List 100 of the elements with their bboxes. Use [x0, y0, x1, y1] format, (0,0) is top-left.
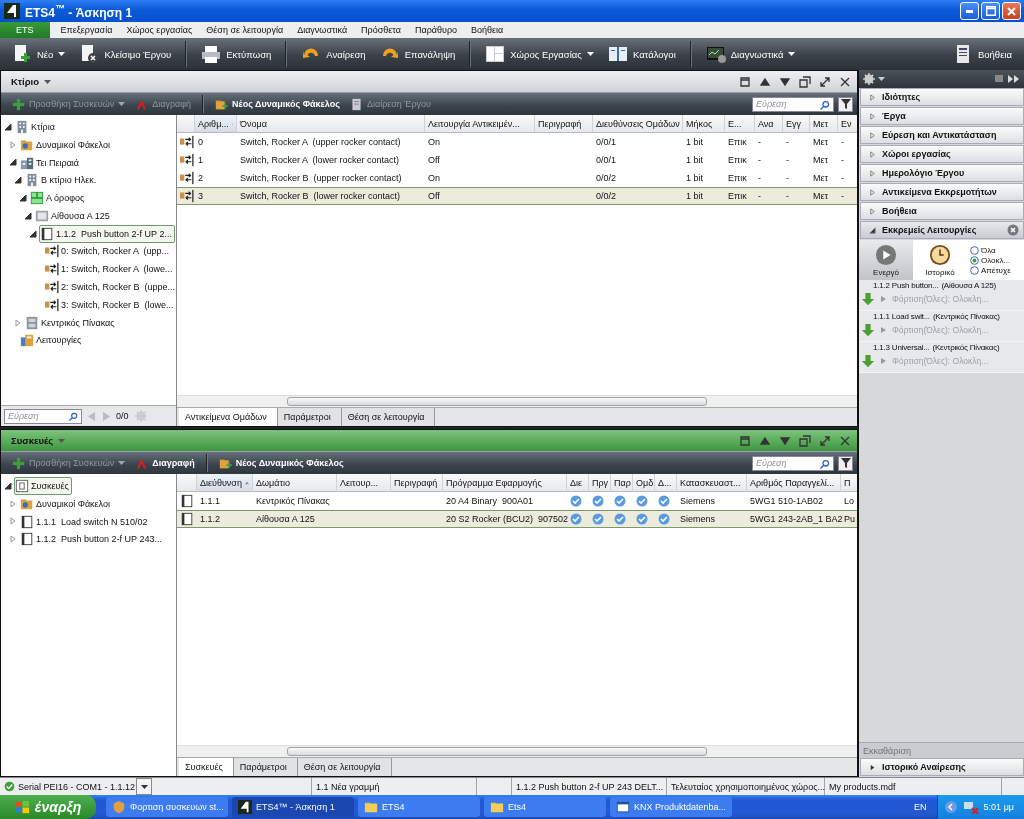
checkmark-icon[interactable] [592, 513, 604, 525]
tab[interactable]: Παράμετροι [277, 408, 342, 426]
toolbar-button[interactable]: Χώρος Εργασίας [479, 41, 600, 67]
checkmark-icon[interactable] [570, 513, 582, 525]
checkmark-icon[interactable] [614, 513, 626, 525]
down-arrow-icon[interactable] [779, 434, 791, 447]
menu-item[interactable]: Βοήθεια [464, 22, 511, 38]
clock[interactable]: 5:01 μμ [983, 802, 1014, 812]
taskbar-button[interactable]: ETS4™ - Άσκηση 1 [232, 797, 354, 817]
toolbar-button[interactable]: Κλείσιμο Έργου [73, 41, 178, 67]
tree-item[interactable]: Τει Πειραιά [19, 153, 83, 172]
language-indicator[interactable]: EN [914, 802, 927, 812]
double-arrow-icon[interactable] [1007, 74, 1021, 84]
search-field[interactable]: Εύρεση [4, 408, 82, 424]
expander-icon[interactable] [24, 211, 32, 220]
tree-item[interactable]: 3: Switch, Rocker B (lowe... [44, 295, 176, 314]
toolbar-button[interactable]: Κατάλογοι [601, 41, 682, 67]
restore-icon[interactable] [799, 434, 811, 447]
section-header[interactable]: Ημερολόγιο Έργου [860, 164, 1024, 182]
checkmark-icon[interactable] [636, 495, 648, 507]
mode-button[interactable]: Ενεργό [859, 240, 913, 280]
toolbar-button[interactable]: Επανάληψη [373, 41, 462, 67]
section-header[interactable]: Έργα [860, 107, 1024, 125]
start-button[interactable]: έναρξη [0, 795, 96, 819]
expander-icon[interactable] [4, 481, 12, 490]
caret-icon[interactable] [878, 77, 885, 81]
section-header[interactable]: Χώροι εργασίας [860, 145, 1024, 163]
down-arrow-icon[interactable] [779, 75, 791, 88]
filter-button[interactable] [838, 96, 853, 112]
column-header[interactable]: Π [841, 474, 857, 492]
dropdown-button[interactable] [136, 778, 152, 795]
close-icon[interactable] [839, 75, 851, 88]
menu-item[interactable]: Διαγνωστικά [290, 22, 355, 38]
tab[interactable]: Παράμετροι [233, 758, 298, 776]
column-header[interactable]: Περιγραφή [391, 474, 443, 492]
checkmark-icon[interactable] [570, 495, 582, 507]
column-header[interactable]: Λειτουργία Αντικειμέν... [425, 115, 535, 133]
horizontal-scrollbar[interactable] [177, 395, 857, 407]
menu-item[interactable]: Επεξεργασία [53, 22, 120, 38]
column-header[interactable]: Εν [838, 115, 857, 133]
tree-item[interactable]: 1.1.2 Push button 2-f UP 243... [19, 530, 165, 549]
column-header[interactable]: Κατασκευαστ... [677, 474, 747, 492]
column-header[interactable]: Διεύθυνση [197, 474, 253, 492]
section-header[interactable]: Εκκρεμείς Λειτουργίες [860, 221, 1024, 239]
tree-item[interactable]: Α όροφος [29, 189, 88, 208]
radio-option[interactable]: Απέτυχε [970, 265, 1024, 275]
menu-item[interactable]: Πρόσθετα [354, 22, 408, 38]
maximize-icon[interactable] [819, 434, 831, 447]
checkmark-icon[interactable] [614, 495, 626, 507]
tree-item[interactable]: Κτίρια [14, 117, 58, 136]
menu-item[interactable]: Χώρος εργασίας [119, 22, 200, 38]
radio-option[interactable]: Όλα [970, 245, 1024, 255]
connection-status[interactable]: Serial PEI16 - COM1 - 1.1.12 [0, 778, 136, 795]
section-header[interactable]: Εύρεση και Αντικατάσταση [860, 126, 1024, 144]
taskbar-button[interactable]: KNX Produktdatenba... [610, 797, 732, 817]
tree-item[interactable]: 0: Switch, Rocker A (upp... [44, 242, 173, 261]
taskbar-button[interactable]: Φορτιση συσκευων st... [106, 797, 228, 817]
panel-title[interactable]: Κτίριο [11, 76, 40, 87]
tab[interactable]: Αντικείμενα Ομάδων [179, 408, 278, 426]
section-header[interactable]: Αντικείμενα Εκκρεμοτήτων [860, 183, 1024, 201]
dock-icon[interactable] [739, 434, 751, 447]
toolbar-button[interactable]: Αναίρεση [295, 41, 372, 67]
expander-icon[interactable] [19, 194, 27, 203]
toolbar-button[interactable]: Νέο [6, 41, 72, 67]
section-header[interactable]: Ιδιότητες [860, 88, 1024, 106]
network-icon[interactable] [962, 800, 979, 814]
column-header[interactable]: Διευθύνσεις Ομάδων [593, 115, 683, 133]
search-field[interactable]: Εύρεση [752, 96, 834, 112]
close-icon[interactable] [1007, 224, 1019, 236]
tree-item[interactable]: 2: Switch, Rocker B (uppe... [44, 278, 176, 297]
checkmark-icon[interactable] [658, 495, 670, 507]
restore-icon[interactable] [799, 75, 811, 88]
toolbar-button[interactable]: Εκτύπωση [195, 41, 278, 67]
column-header[interactable]: Μήκος [683, 115, 725, 133]
toolbar-button[interactable]: Νέος Δυναμικός Φάκελος [215, 456, 347, 470]
column-header[interactable]: Πρόγραμμα Εφαρμογής [443, 474, 567, 492]
column-header[interactable]: Περιγραφή [535, 115, 593, 133]
toolbar-button[interactable]: Νέος Δυναμικός Φάκελος [212, 97, 343, 111]
column-header[interactable]: Ομδ [633, 474, 655, 492]
tree-item[interactable]: 1.1.1 Load switch N 510/02 [19, 512, 151, 531]
panel-title[interactable]: Συσκευές [11, 435, 54, 446]
column-header[interactable]: Πργ [589, 474, 611, 492]
section-header[interactable]: Ιστορικό Αναίρεσης [860, 758, 1024, 776]
checkmark-icon[interactable] [636, 513, 648, 525]
maximize-icon[interactable] [819, 75, 831, 88]
column-header[interactable]: Δ... [655, 474, 677, 492]
tab[interactable]: Συσκευές [179, 758, 234, 776]
column-header[interactable]: Όνομα [237, 115, 425, 133]
column-header[interactable]: Λειτουρ... [337, 474, 391, 492]
column-header[interactable]: Μετ [810, 115, 838, 133]
maximize-button[interactable] [981, 2, 1000, 20]
table-row[interactable]: 3 Switch, Rocker B (lower rocker contact) Off 0/0/2 1 bit Επικ - - Μετ - [177, 187, 857, 205]
column-header[interactable]: Ανα [755, 115, 783, 133]
checkmark-icon[interactable] [592, 495, 604, 507]
tree-item[interactable]: 1: Switch, Rocker A (lowe... [44, 260, 176, 279]
column-header[interactable]: Αριθμ... [195, 115, 237, 133]
mode-button[interactable]: Ιστορικό [913, 240, 967, 280]
tree-item[interactable]: Δυναμικοί Φάκελοι [19, 494, 113, 513]
column-header[interactable]: Δωμάτιο [253, 474, 337, 492]
column-header[interactable]: Ε... [725, 115, 755, 133]
